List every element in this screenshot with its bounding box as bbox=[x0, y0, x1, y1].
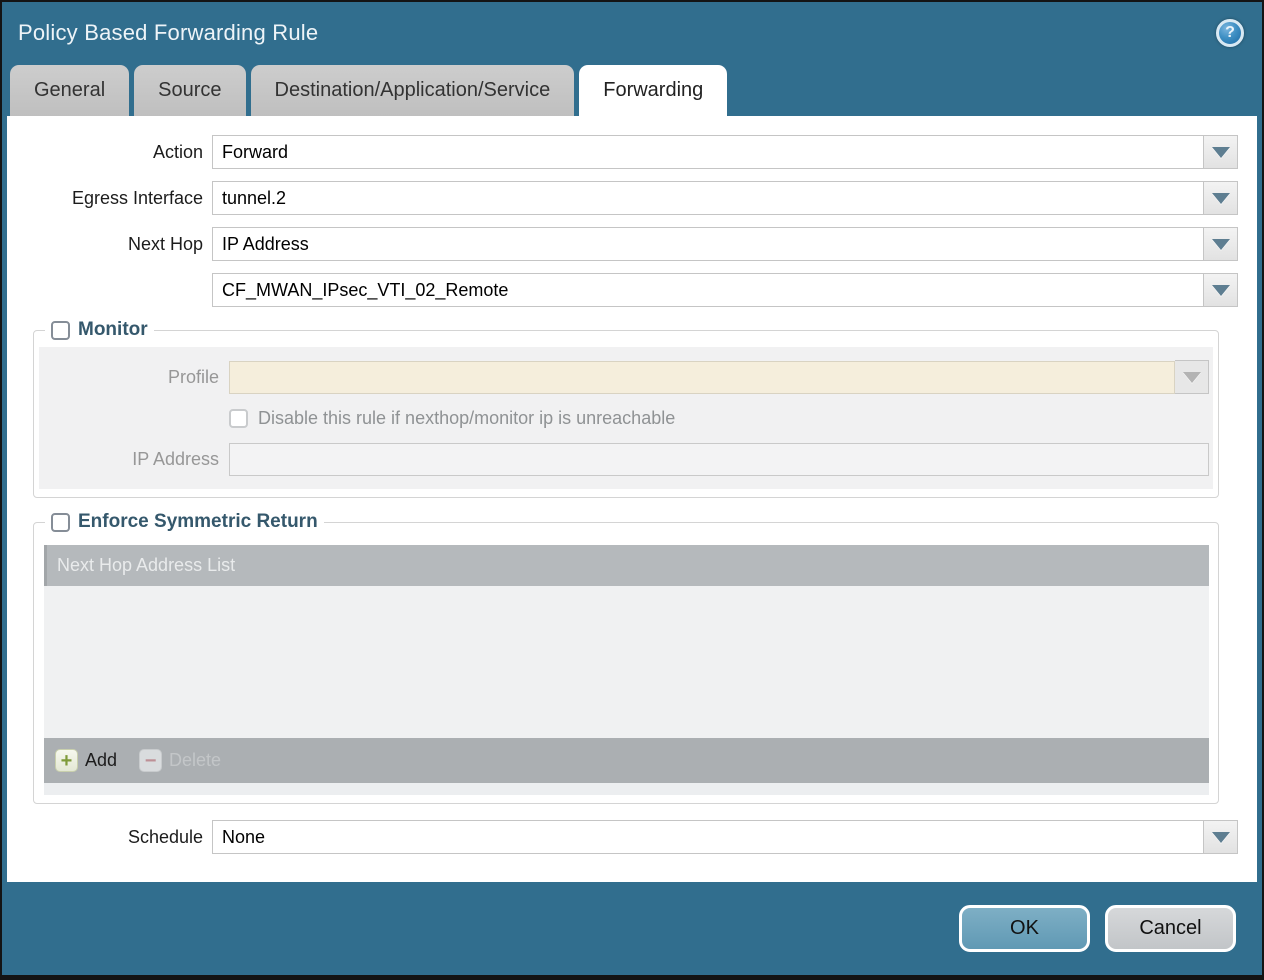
egress-interface-label: Egress Interface bbox=[7, 188, 212, 209]
chevron-down-icon bbox=[1212, 832, 1230, 843]
tab-destination-application-service[interactable]: Destination/Application/Service bbox=[251, 65, 575, 116]
chevron-down-icon bbox=[1212, 239, 1230, 250]
chevron-down-icon bbox=[1212, 147, 1230, 158]
policy-based-forwarding-rule-dialog: Policy Based Forwarding Rule ? General S… bbox=[0, 0, 1264, 980]
next-hop-type-select[interactable]: IP Address bbox=[212, 227, 1204, 261]
profile-select bbox=[229, 361, 1175, 394]
next-hop-label: Next Hop bbox=[7, 234, 212, 255]
schedule-dropdown-button[interactable] bbox=[1204, 820, 1238, 854]
monitor-checkbox[interactable] bbox=[51, 321, 70, 340]
dialog-title: Policy Based Forwarding Rule bbox=[18, 20, 318, 46]
action-select[interactable]: Forward bbox=[212, 135, 1204, 169]
enforce-symmetric-return-legend: Enforce Symmetric Return bbox=[45, 511, 324, 533]
monitor-legend-label: Monitor bbox=[78, 319, 148, 341]
profile-label: Profile bbox=[39, 367, 229, 388]
next-hop-address-dropdown-button[interactable] bbox=[1204, 273, 1238, 307]
chevron-down-icon bbox=[1212, 285, 1230, 296]
schedule-label: Schedule bbox=[7, 827, 212, 848]
ok-button[interactable]: OK bbox=[959, 905, 1090, 952]
chevron-down-icon bbox=[1212, 193, 1230, 204]
monitor-ip-address-input bbox=[229, 443, 1209, 476]
help-icon[interactable]: ? bbox=[1216, 19, 1244, 47]
disable-rule-label: Disable this rule if nexthop/monitor ip … bbox=[258, 408, 675, 429]
monitor-legend: Monitor bbox=[45, 319, 154, 341]
disable-rule-row: Disable this rule if nexthop/monitor ip … bbox=[229, 408, 1209, 429]
dialog-titlebar: Policy Based Forwarding Rule ? bbox=[2, 2, 1262, 64]
enforce-symmetric-return-fieldset: Enforce Symmetric Return Next Hop Addres… bbox=[33, 511, 1219, 804]
minus-icon: − bbox=[139, 749, 162, 772]
next-hop-row: Next Hop IP Address bbox=[7, 227, 1238, 261]
profile-row: Profile bbox=[39, 360, 1209, 394]
add-button[interactable]: + Add bbox=[55, 749, 117, 772]
chevron-down-icon bbox=[1183, 372, 1201, 383]
monitor-ip-address-row: IP Address bbox=[39, 443, 1209, 476]
next-hop-type-dropdown-button[interactable] bbox=[1204, 227, 1238, 261]
egress-interface-dropdown-button[interactable] bbox=[1204, 181, 1238, 215]
enforce-symmetric-return-legend-label: Enforce Symmetric Return bbox=[78, 511, 318, 533]
add-button-label: Add bbox=[85, 750, 117, 771]
tab-source[interactable]: Source bbox=[134, 65, 245, 116]
monitor-panel: Profile Disable this rule if nexthop/mon… bbox=[39, 347, 1213, 489]
next-hop-address-row: CF_MWAN_IPsec_VTI_02_Remote bbox=[7, 273, 1238, 307]
tab-forwarding[interactable]: Forwarding bbox=[579, 65, 727, 116]
schedule-row: Schedule None bbox=[7, 820, 1238, 854]
next-hop-address-select[interactable]: CF_MWAN_IPsec_VTI_02_Remote bbox=[212, 273, 1204, 307]
dialog-footer: OK Cancel bbox=[2, 882, 1262, 975]
forwarding-tab-panel: Action Forward Egress Interface tunnel.2… bbox=[7, 116, 1257, 882]
enforce-symmetric-return-checkbox[interactable] bbox=[51, 513, 70, 532]
action-label: Action bbox=[7, 142, 212, 163]
action-dropdown-button[interactable] bbox=[1204, 135, 1238, 169]
egress-interface-row: Egress Interface tunnel.2 bbox=[7, 181, 1238, 215]
tab-bar: General Source Destination/Application/S… bbox=[2, 64, 1262, 116]
action-row: Action Forward bbox=[7, 135, 1238, 169]
tab-general[interactable]: General bbox=[10, 65, 129, 116]
plus-icon: + bbox=[55, 749, 78, 772]
next-hop-address-table: Next Hop Address List + Add − Delete bbox=[44, 545, 1209, 795]
delete-button-label: Delete bbox=[169, 750, 221, 771]
next-hop-address-list-column-header: Next Hop Address List bbox=[44, 545, 1209, 586]
next-hop-address-list-body bbox=[44, 586, 1209, 738]
egress-interface-select[interactable]: tunnel.2 bbox=[212, 181, 1204, 215]
next-hop-address-list-toolbar: + Add − Delete bbox=[44, 738, 1209, 783]
cancel-button[interactable]: Cancel bbox=[1105, 905, 1236, 952]
monitor-fieldset: Monitor Profile Disable this rule if nex… bbox=[33, 319, 1219, 498]
table-bottom-strip bbox=[44, 783, 1209, 795]
schedule-select[interactable]: None bbox=[212, 820, 1204, 854]
profile-dropdown-button bbox=[1175, 360, 1209, 394]
disable-rule-checkbox bbox=[229, 409, 248, 428]
monitor-ip-address-label: IP Address bbox=[39, 449, 229, 470]
delete-button: − Delete bbox=[139, 749, 221, 772]
